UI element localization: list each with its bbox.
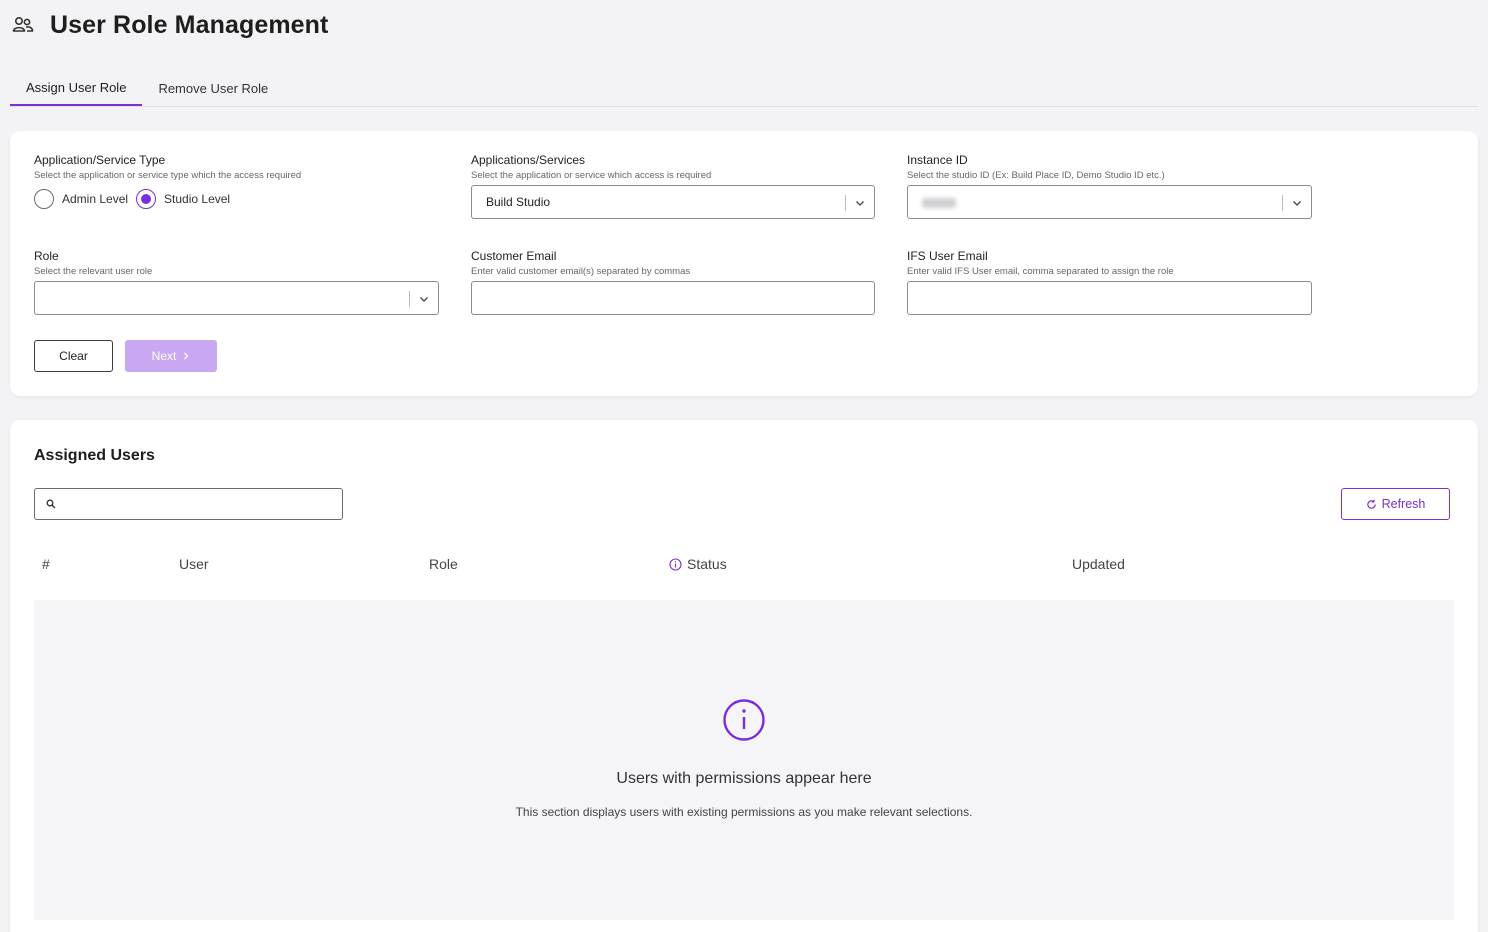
- select-separator: [845, 195, 846, 211]
- customer-email-hint: Enter valid customer email(s) separated …: [471, 266, 691, 277]
- assigned-users-panel: Assigned Users Refresh # User Role Statu…: [10, 420, 1478, 932]
- column-header-user[interactable]: User: [179, 556, 209, 572]
- chevron-down-icon[interactable]: [419, 294, 429, 304]
- next-button[interactable]: Next: [125, 340, 217, 372]
- role-select[interactable]: [34, 281, 439, 315]
- refresh-button-label: Refresh: [1381, 497, 1426, 511]
- users-search-input[interactable]: [63, 493, 333, 515]
- column-header-index: #: [42, 556, 50, 572]
- empty-state-title: Users with permissions appear here: [616, 770, 872, 787]
- column-header-status-group: Status: [669, 556, 727, 572]
- instance-redacted-value: [922, 198, 956, 208]
- next-button-label: Next: [151, 349, 177, 363]
- ifs-email-hint: Enter valid IFS User email, comma separa…: [907, 266, 1174, 277]
- assigned-users-title: Assigned Users: [34, 447, 155, 464]
- instance-field: Instance ID Select the studio ID (Ex: Bu…: [907, 153, 1165, 181]
- role-label: Role: [34, 249, 59, 263]
- applications-hint: Select the application or service which …: [471, 170, 712, 181]
- studio-level-radio[interactable]: [136, 189, 157, 209]
- admin-level-radio[interactable]: [34, 189, 54, 209]
- users-icon: [12, 16, 34, 32]
- customer-email-label: Customer Email: [471, 249, 557, 263]
- clear-button[interactable]: Clear: [34, 340, 113, 372]
- refresh-icon: [1366, 499, 1376, 509]
- applications-label: Applications/Services: [471, 153, 586, 167]
- role-hint: Select the relevant user role: [34, 266, 153, 277]
- select-separator: [409, 291, 410, 307]
- users-empty-state: Users with permissions appear here This …: [34, 600, 1454, 920]
- admin-level-label[interactable]: Admin Level: [62, 192, 128, 206]
- search-icon: [46, 499, 56, 509]
- page-header: User Role Management: [12, 10, 328, 40]
- tab-remove-user-role[interactable]: Remove User Role: [142, 70, 284, 106]
- customer-email-field: Customer Email Enter valid customer emai…: [471, 249, 690, 277]
- studio-level-label[interactable]: Studio Level: [164, 192, 230, 206]
- chevron-down-icon[interactable]: [1292, 198, 1302, 208]
- column-header-status[interactable]: Status: [687, 556, 727, 572]
- info-icon[interactable]: [669, 557, 682, 571]
- instance-label: Instance ID: [907, 153, 968, 167]
- applications-select-value: Build Studio: [486, 195, 551, 209]
- role-field: Role Select the relevant user role: [34, 249, 152, 277]
- users-table-header: # User Role Status Updated: [34, 554, 1454, 574]
- ifs-email-field: IFS User Email Enter valid IFS User emai…: [907, 249, 1174, 277]
- chevron-right-icon: [184, 352, 189, 360]
- refresh-button[interactable]: Refresh: [1341, 488, 1450, 520]
- tab-assign-user-role[interactable]: Assign User Role: [10, 70, 143, 106]
- info-circle-icon: [723, 699, 765, 741]
- ifs-email-label: IFS User Email: [907, 249, 988, 263]
- column-header-role[interactable]: Role: [429, 556, 458, 572]
- customer-email-input[interactable]: [471, 281, 875, 315]
- empty-state-subtitle: This section displays users with existin…: [515, 805, 973, 819]
- assign-role-form: Application/Service Type Select the appl…: [10, 131, 1478, 396]
- app-type-hint: Select the application or service type w…: [34, 170, 302, 181]
- select-separator: [1282, 195, 1283, 211]
- instance-select[interactable]: [907, 185, 1312, 219]
- applications-field: Applications/Services Select the applica…: [471, 153, 711, 181]
- applications-select[interactable]: Build Studio: [471, 185, 875, 219]
- app-type-radio-group: Admin Level Studio Level: [34, 189, 238, 209]
- clear-button-label: Clear: [59, 349, 88, 363]
- page-title: User Role Management: [50, 10, 329, 39]
- app-type-label: Application/Service Type: [34, 153, 166, 167]
- app-type-field: Application/Service Type Select the appl…: [34, 153, 301, 181]
- users-search[interactable]: [34, 488, 343, 520]
- instance-hint: Select the studio ID (Ex: Build Place ID…: [907, 170, 1165, 181]
- chevron-down-icon[interactable]: [855, 198, 865, 208]
- ifs-email-input[interactable]: [907, 281, 1312, 315]
- tab-bar: Assign User Role Remove User Role: [10, 70, 1478, 107]
- column-header-updated[interactable]: Updated: [1072, 556, 1125, 572]
